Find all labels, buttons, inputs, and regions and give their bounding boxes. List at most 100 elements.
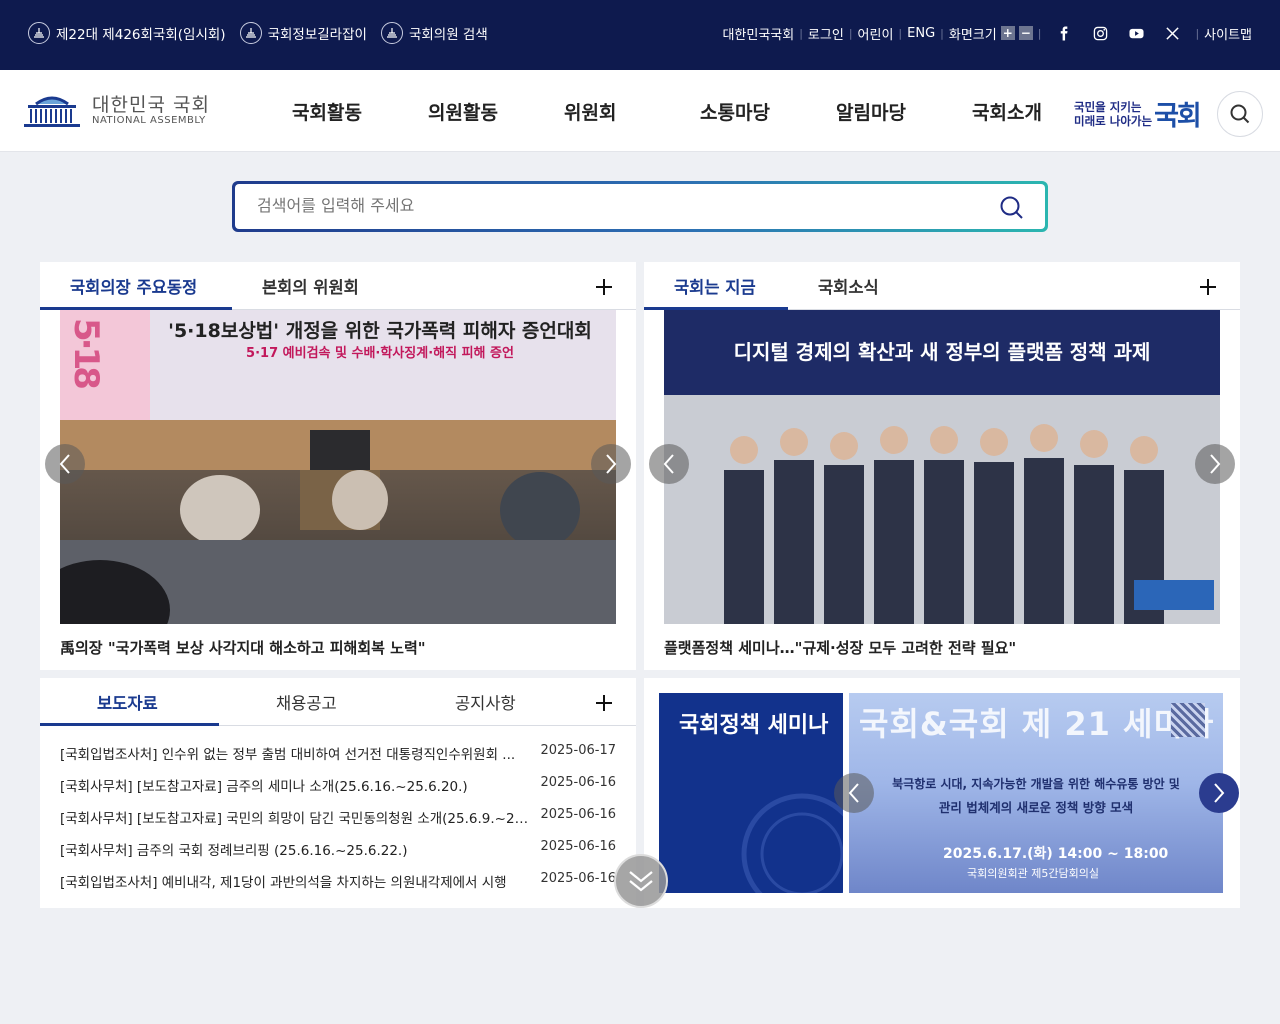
chevron-left-icon [663,454,674,474]
more-plus-icon[interactable] [595,694,613,712]
tab-plenary-committee[interactable]: 본회의 위원회 [262,274,359,298]
photo-banner-subtitle: 5·17 예비검속 및 수배·학사징계·해직 피해 증언 [246,346,514,361]
main-header: 대한민국 국회 NATIONAL ASSEMBLY 국회활동 의원활동 위원회 … [0,70,1280,152]
prev-slide-button[interactable] [834,773,874,813]
chevron-left-icon [848,783,859,803]
list-item[interactable]: [국회사무처] [보도참고자료] 금주의 세미나 소개(25.6.16.~25.… [60,775,616,795]
youtube-icon[interactable] [1126,23,1146,43]
double-chevron-down-icon [629,871,653,892]
prev-slide-button[interactable] [45,444,85,484]
site-logo[interactable]: 대한민국 국회 NATIONAL ASSEMBLY [22,92,210,128]
assembly-now-panel: 국회는 지금 국회소식 디지털 경제의 확산과 새 정부의 플랫폼 정책 과제 … [644,262,1240,670]
font-increase-button[interactable]: + [1000,26,1015,40]
qr-code-icon [1171,703,1205,737]
slogan-line-1: 국민을 지키는 [1074,99,1142,114]
top-utility-bar: 제22대 제426회국회(임시회) 국회정보길라잡이 국회의원 검색 대한민국국… [0,0,1280,70]
list-item-title: [국회사무처] [보도참고자료] 국민의 희망이 담긴 국민동의청원 소개(25… [60,811,534,827]
english-link[interactable]: ENG [907,26,935,41]
tab-assembly-news[interactable]: 국회소식 [818,274,879,298]
main-search-box [232,181,1048,232]
more-plus-icon[interactable] [595,278,613,296]
slogan-brand: 국회 [1154,101,1202,132]
slogan-line-2: 미래로 나아가는 [1074,113,1153,128]
member-search-link[interactable]: 국회의원 검색 [380,22,488,44]
photo-banner-title: '5·18보상법' 개정을 위한 국가폭력 피해자 증언대회 [168,320,592,342]
x-icon[interactable] [1162,23,1182,43]
assembly-emblem-icon [239,22,262,44]
speaker-news-panel: 국회의장 주요동정 본회의 위원회 '5·18보상법' 개정을 위한 국가폭력 … [40,262,636,670]
seminar-label-box: 국회정책 세미나 [659,693,843,893]
kids-link[interactable]: 어린이 [858,24,894,43]
seminar-title: 국회정책 세미나 [679,713,829,738]
more-plus-icon[interactable] [1199,278,1217,296]
nav-communication[interactable]: 소통마당 [700,98,836,125]
nav-assembly-activities[interactable]: 국회활동 [292,98,428,125]
separator: | [1195,26,1200,40]
info-guide-link-label: 국회정보길라잡이 [267,27,367,43]
separator: | [799,26,803,40]
info-guide-link[interactable]: 국회정보길라잡이 [239,22,367,44]
chevron-left-icon [59,454,70,474]
press-panel-tabs: 보도자료 채용공고 공지사항 [40,678,636,726]
font-decrease-button[interactable]: − [1018,26,1033,40]
seminar-panel: 국회정책 세미나 국회&국회 제 21 세미나 북극항로 시대, 지속가능한 개… [644,678,1240,908]
tab-recruitment[interactable]: 채용공고 [276,690,337,714]
speaker-news-photo[interactable]: '5·18보상법' 개정을 위한 국가폭력 피해자 증언대회 5·17 예비검속… [60,310,616,624]
session-link[interactable]: 제22대 제426회국회(임시회) [28,22,226,44]
list-item-date: 2025-06-17 [540,743,616,758]
nav-notices[interactable]: 알림마당 [836,98,972,125]
sitemap-link[interactable]: 사이트맵 [1204,24,1252,43]
photo-banner-title: 디지털 경제의 확산과 새 정부의 플랫폼 정책 과제 [733,340,1151,364]
main-navigation: 국회활동 의원활동 위원회 소통마당 알림마당 국회소개 [292,98,1072,125]
slogan-logo: 국민을 지키는 미래로 나아가는 국회 [1074,94,1202,133]
poster-subtitle-2: 관리 법체계의 새로운 정책 방향 모색 [938,800,1134,815]
scroll-down-button[interactable] [614,854,668,908]
nav-member-activities[interactable]: 의원활동 [428,98,564,125]
prev-slide-button[interactable] [649,444,689,484]
speaker-panel-tabs: 국회의장 주요동정 본회의 위원회 [40,262,636,310]
login-link[interactable]: 로그인 [808,24,844,43]
list-item-title: [국회입법조사처] 예비내각, 제1당이 과반의석을 차지하는 의원내각제에서 … [60,875,507,891]
seminar-poster[interactable]: 국회&국회 제 21 세미나 북극항로 시대, 지속가능한 개발을 위한 해수유… [849,693,1223,893]
search-inner [235,184,1045,229]
nav-about[interactable]: 국회소개 [972,98,1072,125]
list-item[interactable]: [국회사무처] 금주의 국회 정례브리핑 (25.6.16.~25.6.22.)… [60,839,616,859]
assembly-now-photo[interactable]: 디지털 경제의 확산과 새 정부의 플랫폼 정책 과제 [664,310,1220,624]
poster-subtitle-1: 북극항로 시대, 지속가능한 개발을 위한 해수유통 방안 및 [892,777,1180,791]
header-search-button[interactable] [1217,91,1263,137]
list-item[interactable]: [국회사무처] [보도참고자료] 국민의 희망이 담긴 국민동의청원 소개(25… [60,807,616,827]
tab-speaker-activities[interactable]: 국회의장 주요동정 [70,274,197,298]
instagram-icon[interactable] [1090,23,1110,43]
list-item-date: 2025-06-16 [540,839,616,854]
active-tab-indicator [40,723,219,726]
poster-title: 국회&국회 제 21 세미나 [859,705,1215,743]
speaker-news-caption[interactable]: 禹의장 "국가폭력 보상 사각지대 해소하고 피해회복 노력" [60,637,426,658]
tab-assembly-now[interactable]: 국회는 지금 [674,274,756,298]
member-search-link-label: 국회의원 검색 [408,27,488,43]
list-item[interactable]: [국회입법조사처] 인수위 없는 정부 출범 대비하여 선거전 대통령직인수위원… [60,743,616,763]
tab-notices[interactable]: 공지사항 [455,690,516,714]
logo-title: 대한민국 국회 [92,93,210,116]
list-item[interactable]: [국회입법조사처] 예비내각, 제1당이 과반의석을 차지하는 의원내각제에서 … [60,871,616,891]
search-input[interactable] [257,196,957,215]
assembly-now-tabs: 국회는 지금 국회소식 [644,262,1240,310]
logo-text: 대한민국 국회 NATIONAL ASSEMBLY [92,95,210,126]
list-item-date: 2025-06-16 [540,807,616,822]
next-slide-button[interactable] [1195,444,1235,484]
chevron-right-icon [606,454,617,474]
facebook-icon[interactable] [1054,23,1074,43]
list-item-date: 2025-06-16 [540,871,616,886]
search-icon[interactable] [999,195,1025,221]
next-slide-button[interactable] [591,444,631,484]
list-item-title: [국회사무처] 금주의 국회 정례브리핑 (25.6.16.~25.6.22.) [60,843,408,859]
assembly-now-caption[interactable]: 플랫폼정책 세미나…"규제·성장 모두 고려한 전략 필요" [664,637,1016,658]
separator: | [848,26,853,40]
search-icon [1230,104,1250,124]
next-slide-button[interactable] [1199,773,1239,813]
nav-committees[interactable]: 위원회 [564,98,700,125]
font-size-label: 화면크기 [948,27,997,43]
tab-press-release[interactable]: 보도자료 [97,690,158,714]
home-link[interactable]: 대한민국국회 [722,24,794,43]
list-item-date: 2025-06-16 [540,775,616,790]
chevron-right-icon [1210,454,1221,474]
